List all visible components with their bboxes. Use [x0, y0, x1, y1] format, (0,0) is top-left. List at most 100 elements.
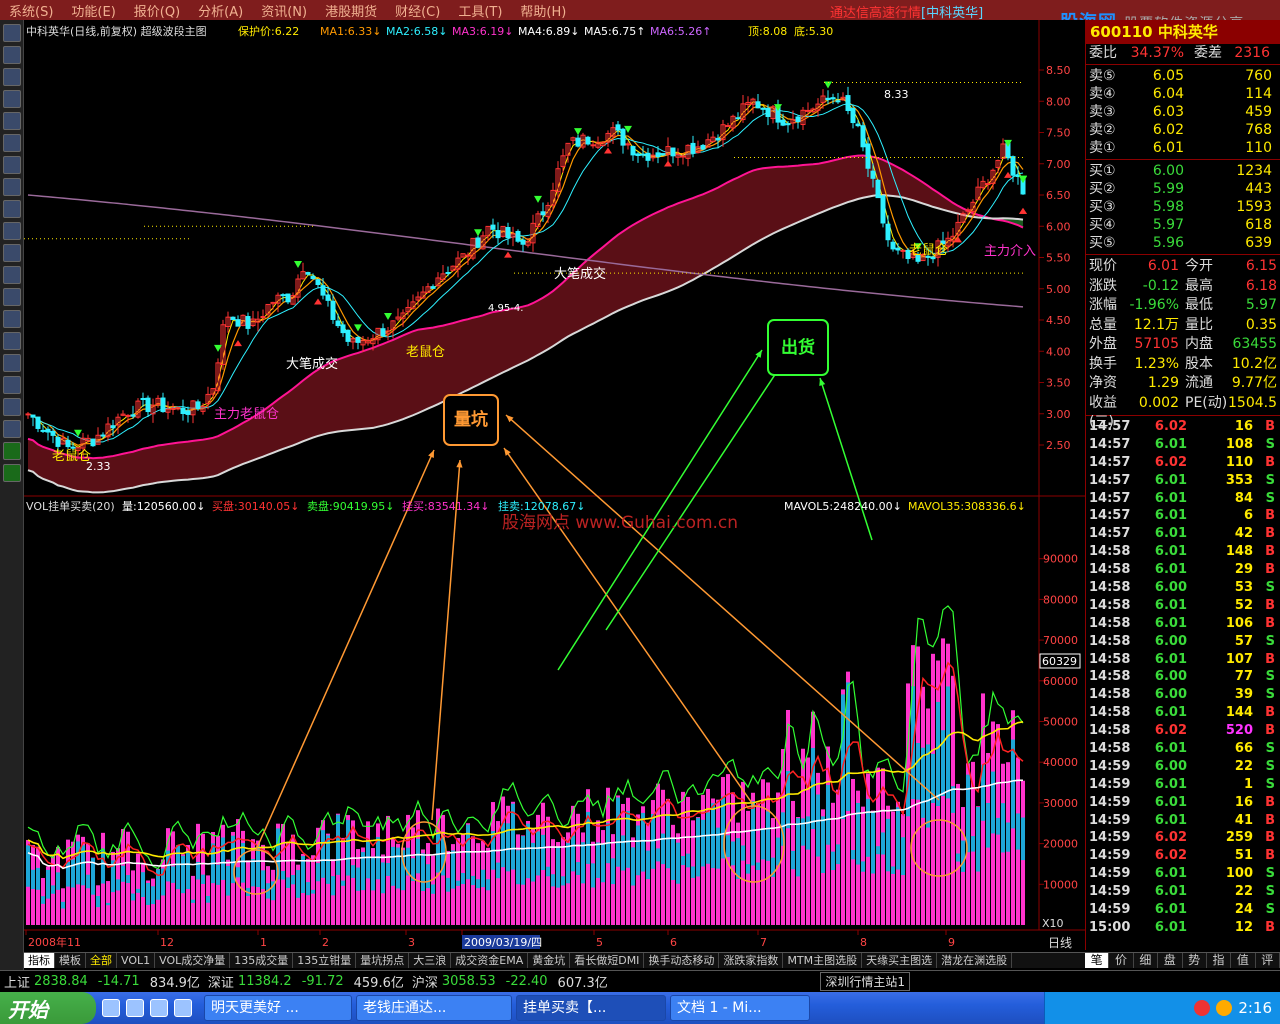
tick-row[interactable]: 14:58 6.00 39 S: [1086, 686, 1280, 704]
tick-row[interactable]: 14:58 6.02 520 B: [1086, 722, 1280, 740]
kline-chart-area[interactable]: 中科英华(日线,前复权) 超级波段主图 保护价:6.22 MA1:6.33↓ M…: [24, 20, 1085, 952]
tool-icon[interactable]: [3, 46, 21, 64]
indicator-tab[interactable]: 黄金坑: [528, 953, 571, 968]
stock-code-name[interactable]: 600110 中科英华: [1086, 20, 1280, 44]
quote-tab[interactable]: 价: [1109, 953, 1134, 968]
indicator-tab[interactable]: 指标: [24, 953, 55, 968]
tick-row[interactable]: 14:58 6.01 144 B: [1086, 704, 1280, 722]
indicator-tab[interactable]: 135立钳量: [293, 953, 357, 968]
indicator-tab[interactable]: 天缘买主图选: [862, 953, 938, 968]
tick-row[interactable]: 14:59 6.02 259 B: [1086, 829, 1280, 847]
tick-row[interactable]: 14:59 6.01 100 S: [1086, 865, 1280, 883]
menu-system[interactable]: 系统(S): [0, 1, 62, 20]
task-button-3[interactable]: 挂单买卖【...: [516, 995, 666, 1021]
folder-icon[interactable]: [174, 999, 192, 1017]
tray-icon[interactable]: [1216, 1000, 1233, 1016]
menu-function[interactable]: 功能(E): [62, 1, 124, 20]
menu-analysis[interactable]: 分析(A): [189, 1, 252, 20]
tick-row[interactable]: 14:59 6.01 1 S: [1086, 776, 1280, 794]
tool-icon[interactable]: [3, 68, 21, 86]
tick-row[interactable]: 14:57 6.02 110 B: [1086, 454, 1280, 472]
tick-row[interactable]: 14:58 6.00 57 S: [1086, 633, 1280, 651]
tick-row[interactable]: 14:57 6.01 84 S: [1086, 490, 1280, 508]
tick-row[interactable]: 14:58 6.00 53 S: [1086, 579, 1280, 597]
tick-row[interactable]: 14:58 6.01 52 B: [1086, 597, 1280, 615]
quote-tab[interactable]: 评: [1256, 953, 1280, 968]
tool-icon[interactable]: [3, 90, 21, 108]
tick-row[interactable]: 14:58 6.01 107 B: [1086, 651, 1280, 669]
quote-tab[interactable]: 盘: [1158, 953, 1183, 968]
tick-row[interactable]: 14:57 6.01 42 B: [1086, 525, 1280, 543]
indicator-tab[interactable]: 涨跌家指数: [719, 953, 784, 968]
desktop-icon[interactable]: [150, 999, 168, 1017]
tool-icon[interactable]: [3, 200, 21, 218]
tick-row[interactable]: 14:59 6.01 16 B: [1086, 794, 1280, 812]
menu-finance[interactable]: 财经(C): [386, 1, 449, 20]
menu-help[interactable]: 帮助(H): [511, 1, 575, 20]
arrow-down-icon[interactable]: [3, 464, 21, 482]
tick-row[interactable]: 14:59 6.01 22 S: [1086, 883, 1280, 901]
period-label[interactable]: 日线: [1048, 936, 1072, 950]
tray-icon[interactable]: [1194, 1000, 1211, 1016]
task-button-4[interactable]: 文档 1 - Mi...: [670, 995, 810, 1021]
tick-row[interactable]: 14:58 6.01 66 S: [1086, 740, 1280, 758]
tool-icon[interactable]: [3, 288, 21, 306]
ie-icon[interactable]: [102, 999, 120, 1017]
tick-row[interactable]: 14:59 6.02 51 B: [1086, 847, 1280, 865]
tool-icon[interactable]: [3, 376, 21, 394]
menu-news[interactable]: 资讯(N): [252, 1, 316, 20]
tick-row[interactable]: 14:58 6.01 106 B: [1086, 615, 1280, 633]
indicator-tab[interactable]: 潜龙在渊选股: [937, 953, 1013, 968]
menu-hk-futures[interactable]: 港股期货: [316, 1, 386, 20]
indicator-tab[interactable]: 大三浪: [409, 953, 452, 968]
quote-tab[interactable]: 指: [1207, 953, 1232, 968]
tick-row[interactable]: 14:59 6.01 41 B: [1086, 812, 1280, 830]
tool-icon[interactable]: [3, 156, 21, 174]
indicator-tab[interactable]: 看长做短DMI: [570, 953, 645, 968]
word-icon[interactable]: [126, 999, 144, 1017]
task-button-1[interactable]: 明天更美好 ...: [204, 995, 352, 1021]
tool-icon[interactable]: [3, 24, 21, 42]
indicator-tab[interactable]: 模板: [55, 953, 86, 968]
quote-tab[interactable]: 细: [1134, 953, 1159, 968]
indicator-tab[interactable]: 135成交量: [230, 953, 294, 968]
indicator-tab[interactable]: VOL成交净量: [155, 953, 231, 968]
tool-icon[interactable]: [3, 134, 21, 152]
quote-tab[interactable]: 势: [1183, 953, 1207, 968]
tick-row[interactable]: 14:57 6.02 16 B: [1086, 418, 1280, 436]
indicator-tab[interactable]: 换手动态移动: [644, 953, 720, 968]
tick-row[interactable]: 14:57 6.01 108 S: [1086, 436, 1280, 454]
tick-list[interactable]: 14:57 6.02 16 B 14:57 6.01 108 S 14:57 6.02 110 B 14…: [1086, 418, 1280, 937]
tick-row[interactable]: 14:58 6.01 148 B: [1086, 543, 1280, 561]
tick-row[interactable]: 14:57 6.01 6 B: [1086, 507, 1280, 525]
tool-icon[interactable]: [3, 222, 21, 240]
tool-icon[interactable]: [3, 112, 21, 130]
indicator-tab[interactable]: MTM主图选股: [783, 953, 863, 968]
quote-tab[interactable]: 值: [1231, 953, 1256, 968]
tool-icon[interactable]: [3, 310, 21, 328]
indicator-tab[interactable]: 量坑拐点: [356, 953, 410, 968]
start-button[interactable]: 开始: [0, 992, 96, 1024]
indicator-tab[interactable]: 全部: [86, 953, 117, 968]
tool-icon[interactable]: [3, 244, 21, 262]
quote-tab[interactable]: 笔: [1085, 953, 1110, 968]
tool-icon[interactable]: [3, 420, 21, 438]
arrow-up-icon[interactable]: [3, 442, 21, 460]
tick-row[interactable]: 14:58 6.01 29 B: [1086, 561, 1280, 579]
tick-row[interactable]: 14:59 6.01 24 S: [1086, 901, 1280, 919]
indicator-tab[interactable]: 成交资金EMA: [451, 953, 529, 968]
menu-quote[interactable]: 报价(Q): [125, 1, 189, 20]
tick-row[interactable]: 14:59 6.00 22 S: [1086, 758, 1280, 776]
tool-icon[interactable]: [3, 354, 21, 372]
server-station[interactable]: 深圳行情主站1: [820, 972, 910, 991]
tick-row[interactable]: 15:00 6.01 12 B: [1086, 919, 1280, 937]
tick-row[interactable]: 14:57 6.01 353 S: [1086, 472, 1280, 490]
tick-row[interactable]: 14:58 6.00 77 S: [1086, 668, 1280, 686]
tool-icon[interactable]: [3, 266, 21, 284]
tool-icon[interactable]: [3, 178, 21, 196]
tool-icon[interactable]: [3, 332, 21, 350]
tool-icon[interactable]: [3, 398, 21, 416]
menu-tools[interactable]: 工具(T): [449, 1, 511, 20]
task-button-2[interactable]: 老钱庄通达...: [356, 995, 512, 1021]
indicator-tab[interactable]: VOL1: [117, 953, 156, 968]
